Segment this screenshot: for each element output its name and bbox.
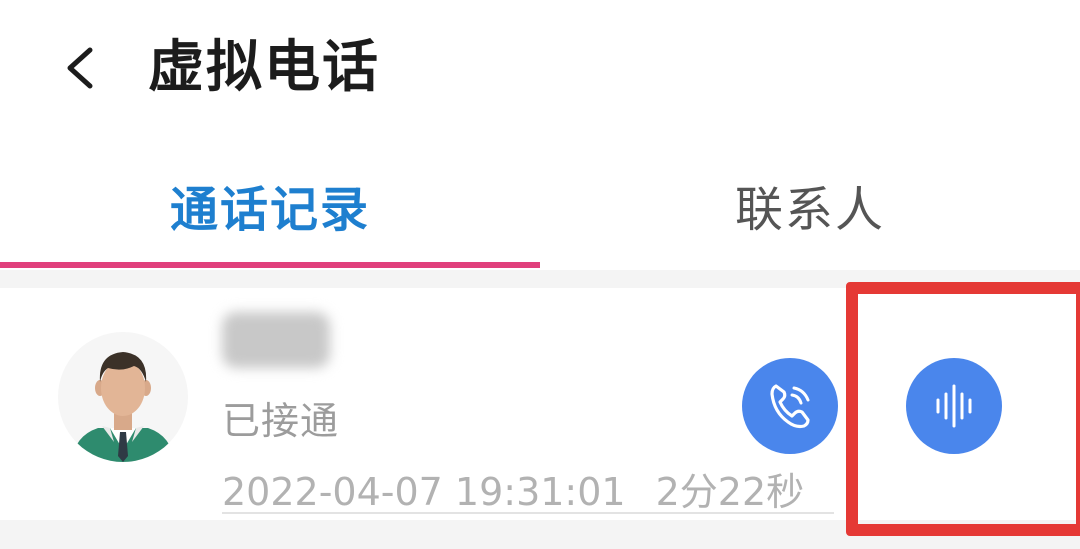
tab-call-records[interactable]: 通话记录 (0, 140, 540, 270)
call-meta: 2022-04-07 19:31:01 2分22秒 (222, 468, 804, 516)
section-divider (0, 270, 1080, 288)
call-back-button[interactable] (742, 358, 838, 454)
back-button[interactable] (52, 40, 108, 96)
call-datetime: 2022-04-07 19:31:01 (222, 470, 626, 514)
male-avatar-icon (72, 352, 174, 462)
active-tab-indicator (0, 262, 540, 268)
play-recording-button[interactable] (906, 358, 1002, 454)
call-record-item[interactable]: 已接通 2022-04-07 19:31:01 2分22秒 (0, 288, 1080, 520)
tab-bar: 通话记录 联系人 (0, 140, 1080, 270)
row-divider (222, 512, 834, 514)
page-title: 虚拟电话 (148, 35, 380, 100)
avatar (58, 332, 188, 462)
call-status: 已接通 (222, 399, 340, 443)
tab-contacts[interactable]: 联系人 (540, 140, 1080, 270)
chevron-left-icon (67, 47, 93, 89)
audio-waveform-icon (936, 384, 972, 428)
list-bottom-spacer (0, 520, 1080, 549)
phone-icon (770, 384, 810, 429)
app-header: 虚拟电话 (0, 0, 1080, 140)
call-duration: 2分22秒 (655, 470, 805, 514)
contact-name-blurred (222, 312, 330, 368)
